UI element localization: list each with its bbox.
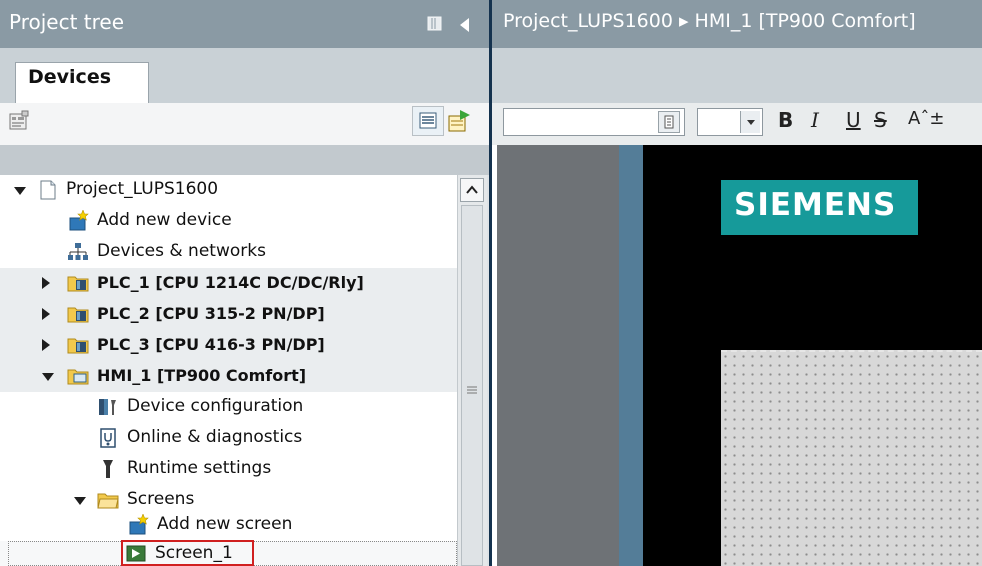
tree-item-label: Device configuration (127, 396, 304, 416)
folder-icon (97, 493, 119, 509)
plc-folder-icon (67, 338, 89, 354)
device-frame-edge (619, 145, 643, 566)
project-tree-title: Project tree (9, 10, 125, 34)
overview-button[interactable] (412, 106, 444, 136)
editor-tab-band (492, 48, 982, 104)
tree-item-label: Add new device (97, 210, 232, 230)
tree-item-add-screen[interactable]: Add new screen (0, 510, 457, 541)
collapse-panel-icon[interactable] (458, 17, 470, 33)
tree-item-online-diagnostics[interactable]: Online & diagnostics (0, 423, 457, 454)
superscript-button[interactable]: Aˆ± (908, 108, 944, 129)
tree-item-plc-2[interactable]: PLC_2 [CPU 315-2 PN/DP] (0, 299, 457, 330)
tree-item-plc-3[interactable]: PLC_3 [CPU 416-3 PN/DP] (0, 330, 457, 361)
scroll-grip-icon (467, 386, 477, 394)
hmi-folder-icon (67, 369, 89, 385)
list-icon (664, 115, 674, 129)
chevron-down-icon (747, 120, 755, 125)
tree-item-runtime-settings[interactable]: Runtime settings (0, 454, 457, 485)
add-screen-icon (129, 514, 149, 535)
tree-item-label: Online & diagnostics (127, 427, 303, 447)
plc-folder-icon (67, 307, 89, 323)
expand-arrow-icon[interactable] (42, 277, 50, 289)
tree-item-add-device[interactable]: Add new device (0, 206, 457, 237)
tree-item-label: Add new screen (157, 514, 293, 534)
add-device-icon (69, 210, 89, 231)
font-size-dropdown-button[interactable] (740, 111, 760, 133)
plc-folder-icon (67, 276, 89, 292)
tree-item-hmi-1[interactable]: HMI_1 [TP900 Comfort] (0, 361, 457, 392)
breadcrumb: Project_LUPS1600 ▸ HMI_1 [TP900 Comfort] (503, 10, 916, 32)
device-config-icon (99, 399, 116, 415)
project-icon (40, 180, 56, 200)
strikethrough-button[interactable]: S (874, 108, 887, 132)
diagnostics-icon (100, 428, 116, 448)
tree-column-header (0, 145, 489, 175)
runtime-settings-icon (103, 460, 113, 478)
font-dialog-button[interactable] (658, 111, 680, 133)
selection-highlight-box (121, 540, 254, 566)
maximize-panel-icon[interactable] (427, 16, 442, 31)
expand-arrow-icon[interactable] (42, 373, 54, 381)
network-icon (68, 243, 88, 260)
project-view-icon[interactable] (8, 110, 30, 132)
tree-item-label: PLC_1 [CPU 1214C DC/DC/Rly] (97, 273, 364, 292)
tree-item-label: PLC_2 [CPU 315-2 PN/DP] (97, 304, 325, 323)
overview-icon (419, 112, 437, 129)
tree-item-project[interactable]: Project_LUPS1600 (0, 175, 457, 206)
tree-item-device-configuration[interactable]: Device configuration (0, 392, 457, 423)
expand-arrow-icon[interactable] (14, 187, 26, 195)
scroll-up-button[interactable] (460, 178, 484, 202)
expand-arrow-icon[interactable] (42, 339, 50, 351)
chevron-up-icon (466, 185, 478, 194)
canvas-margin (497, 145, 619, 566)
expand-arrow-icon[interactable] (42, 308, 50, 320)
tree-item-label: Screens (127, 489, 195, 509)
tree-item-label: Project_LUPS1600 (66, 179, 219, 199)
tree-item-devices-networks[interactable]: Devices & networks (0, 237, 457, 268)
tree-item-label: Devices & networks (97, 241, 266, 261)
export-icon[interactable] (446, 108, 472, 134)
siemens-logo-text: SIEMENS (734, 187, 897, 223)
expand-arrow-icon[interactable] (74, 497, 86, 505)
tree-item-plc-1[interactable]: PLC_1 [CPU 1214C DC/DC/Rly] (0, 268, 457, 299)
tree-item-label: Runtime settings (127, 458, 272, 478)
hmi-screen-area[interactable] (721, 350, 982, 566)
italic-button[interactable]: I (811, 108, 819, 132)
tab-devices-label: Devices (28, 66, 112, 88)
tree-item-label: PLC_3 [CPU 416-3 PN/DP] (97, 335, 325, 354)
bold-button[interactable]: B (778, 108, 793, 132)
tree-item-label: HMI_1 [TP900 Comfort] (97, 366, 307, 385)
underline-button[interactable]: U (846, 108, 861, 132)
